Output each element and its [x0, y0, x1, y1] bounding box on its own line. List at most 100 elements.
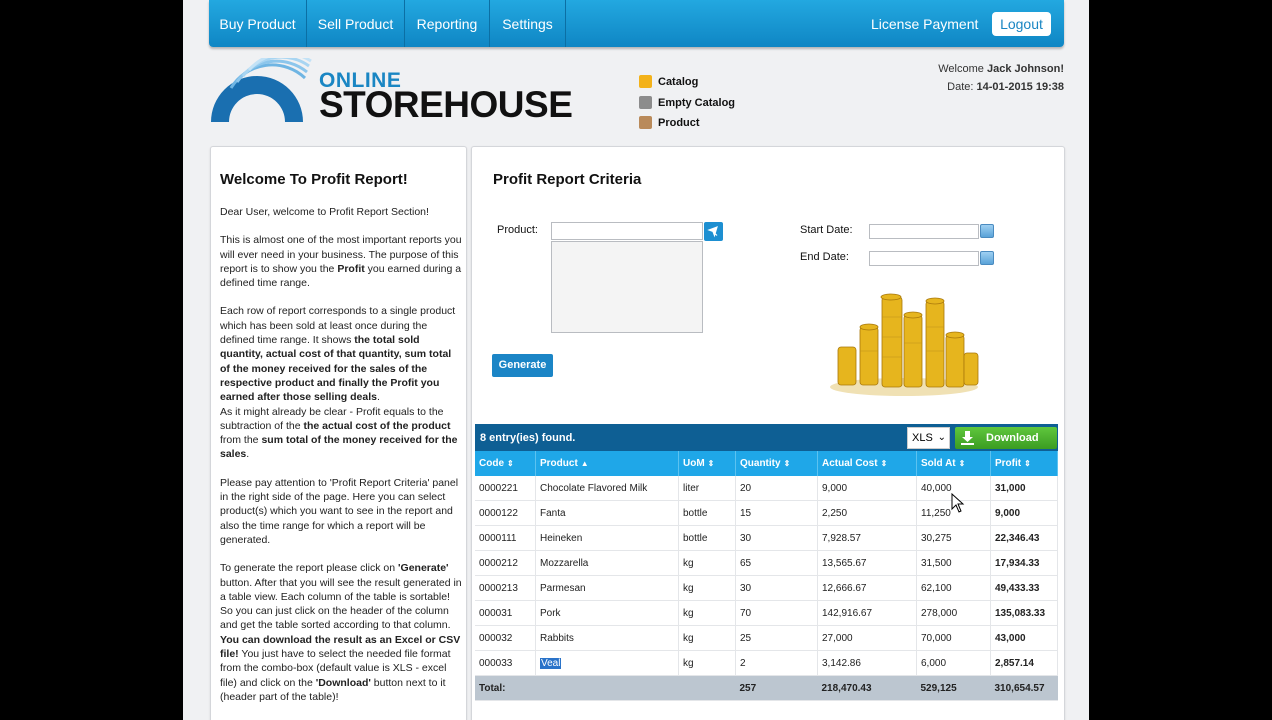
cell-code: 0000122	[475, 500, 536, 526]
top-nav: Buy Product Sell Product Reporting Setti…	[209, 0, 1064, 47]
cell-product: Heineken	[535, 525, 679, 551]
cell-quantity: 2	[735, 650, 818, 676]
product-icon	[639, 116, 652, 129]
cell-uom: kg	[678, 550, 736, 576]
sort-icon: ⇕	[507, 459, 514, 468]
cell-product: Chocolate Flavored Milk	[535, 476, 679, 501]
logout-button[interactable]: Logout	[992, 12, 1051, 36]
sort-icon: ⇕	[880, 459, 888, 468]
cell-cost: 3,142.86	[817, 650, 917, 676]
col-uom[interactable]: UoM ⇕	[678, 451, 736, 476]
cell-uom: liter	[678, 476, 736, 501]
cell-uom: kg	[678, 650, 736, 676]
cell-quantity: 20	[735, 476, 818, 501]
generate-button[interactable]: Generate	[492, 354, 553, 377]
gold-coins-image	[830, 293, 979, 396]
quicklink-label: Catalog	[658, 76, 699, 88]
total-sold: 529,125	[916, 675, 991, 701]
cell-profit: 2,857.14	[990, 650, 1058, 676]
user-info: Welcome Jack Johnson! Date: 14-01-2015 1…	[938, 60, 1064, 96]
cell-product: Veal	[535, 650, 679, 676]
total-row: Total: 257 218,470.43 529,125 310,654.57	[475, 675, 1058, 701]
nav-buy-product[interactable]: Buy Product	[209, 0, 307, 47]
product-label: Product:	[497, 224, 538, 236]
calendar-icon[interactable]	[980, 251, 994, 265]
nav-sell-product[interactable]: Sell Product	[307, 0, 405, 47]
table-row[interactable]: 0000221 Chocolate Flavored Milk liter 20 9,0…	[475, 476, 1058, 501]
total-cost: 218,470.43	[817, 675, 917, 701]
help-paragraph: Dear User, welcome to Profit Report Sect…	[220, 206, 429, 218]
catalog-icon	[639, 75, 652, 88]
cell-sold: 30,275	[916, 525, 991, 551]
help-paragraph: To generate the report please click on '…	[220, 562, 462, 632]
cell-quantity: 30	[735, 525, 818, 551]
cell-code: 0000212	[475, 550, 536, 576]
table-row[interactable]: 000032 Rabbits kg 25 27,000 70,000 43,000	[475, 625, 1058, 651]
chevron-down-icon: ⌄	[937, 432, 946, 443]
sort-icon: ⇕	[783, 459, 791, 468]
col-actual-cost[interactable]: Actual Cost ⇕	[817, 451, 917, 476]
cell-uom: kg	[678, 575, 736, 601]
cell-product: Mozzarella	[535, 550, 679, 576]
cell-cost: 2,250	[817, 500, 917, 526]
sort-icon: ⇕	[958, 459, 966, 468]
selected-text: Veal	[540, 657, 562, 669]
help-text: Dear User, welcome to Profit Report Sect…	[220, 205, 463, 718]
quicklink-product[interactable]: Product	[639, 116, 700, 132]
cell-product: Rabbits	[535, 625, 679, 651]
col-profit[interactable]: Profit ⇕	[990, 451, 1058, 476]
end-date-input[interactable]	[869, 251, 979, 266]
cell-profit: 9,000	[990, 500, 1058, 526]
format-select[interactable]: XLS ⌄	[907, 427, 950, 449]
cell-product: Fanta	[535, 500, 679, 526]
quicklink-empty-catalog[interactable]: Empty Catalog	[639, 96, 735, 112]
cell-profit: 17,934.33	[990, 550, 1058, 576]
table-row[interactable]: 0000212 Mozzarella kg 65 13,565.67 31,500 17,9…	[475, 550, 1058, 576]
nav-license-payment[interactable]: License Payment	[871, 0, 978, 47]
selected-products-list[interactable]	[551, 241, 703, 333]
table-row[interactable]: 0000122 Fanta bottle 15 2,250 11,250 9,000	[475, 500, 1058, 526]
cell-cost: 9,000	[817, 476, 917, 501]
table-header-row: Code ⇕ Product ▲ UoM ⇕ Quantity ⇕ Actual Cos…	[475, 451, 1058, 476]
logo-arc-icon	[211, 52, 312, 122]
total-label: Total:	[475, 675, 736, 701]
table-row[interactable]: 0000213 Parmesan kg 30 12,666.67 62,100 49,433…	[475, 575, 1058, 601]
current-date: 14-01-2015 19:38	[976, 81, 1064, 93]
help-paragraph: Each row of report corresponds to a sing…	[220, 305, 456, 404]
sort-icon: ⇕	[707, 459, 715, 468]
col-product[interactable]: Product ▲	[535, 451, 679, 476]
total-profit: 310,654.57	[990, 675, 1058, 701]
table-row[interactable]: 0000111 Heineken bottle 30 7,928.57 30,275 22,…	[475, 525, 1058, 551]
nav-reporting[interactable]: Reporting	[405, 0, 490, 47]
page: Buy Product Sell Product Reporting Setti…	[183, 0, 1089, 720]
cell-cost: 27,000	[817, 625, 917, 651]
help-paragraph: You can download the result as an Excel …	[220, 633, 461, 703]
cell-cost: 12,666.67	[817, 575, 917, 601]
cell-cost: 13,565.67	[817, 550, 917, 576]
cell-code: 0000221	[475, 476, 536, 501]
cell-quantity: 25	[735, 625, 818, 651]
quicklink-label: Empty Catalog	[658, 97, 736, 109]
cell-quantity: 65	[735, 550, 818, 576]
nav-settings[interactable]: Settings	[490, 0, 566, 47]
product-input[interactable]	[551, 222, 703, 240]
cell-profit: 43,000	[990, 625, 1058, 651]
logo: ONLINE STOREHOUSE	[209, 52, 579, 130]
cell-cost: 142,916.67	[817, 600, 917, 626]
table-row[interactable]: 000031 Pork kg 70 142,916.67 278,000 135,083.3…	[475, 600, 1058, 626]
format-value: XLS	[912, 432, 933, 444]
table-row[interactable]: 000033 Veal kg 2 3,142.86 6,000 2,857.14	[475, 650, 1058, 676]
quicklink-catalog[interactable]: Catalog	[639, 75, 698, 91]
user-name: Jack Johnson!	[986, 63, 1064, 75]
download-button[interactable]: Download	[955, 427, 1057, 449]
calendar-icon[interactable]	[980, 224, 994, 238]
criteria-title: Profit Report Criteria	[493, 171, 642, 188]
product-picker-button[interactable]	[704, 222, 723, 241]
col-sold-at[interactable]: Sold At ⇕	[916, 451, 991, 476]
cell-sold: 31,500	[916, 550, 991, 576]
sort-asc-icon: ▲	[580, 459, 589, 468]
start-date-input[interactable]	[869, 224, 979, 239]
cell-quantity: 30	[735, 575, 818, 601]
col-quantity[interactable]: Quantity ⇕	[735, 451, 818, 476]
col-code[interactable]: Code ⇕	[475, 451, 536, 476]
